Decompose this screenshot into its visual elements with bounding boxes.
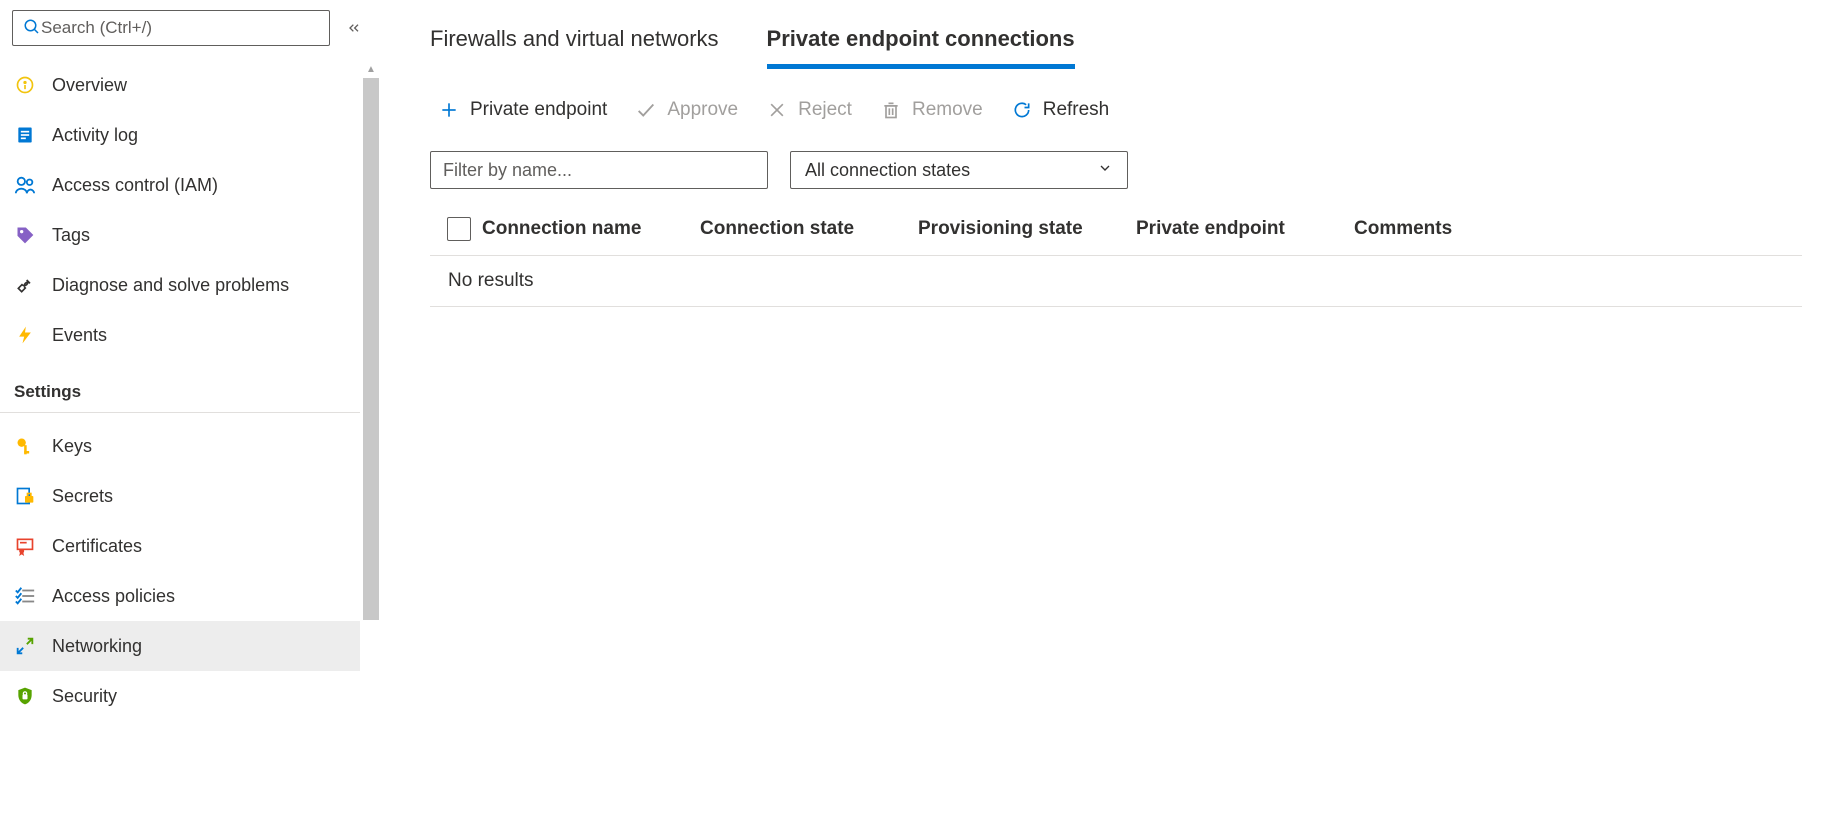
collapse-sidebar-button[interactable] [340,14,368,42]
overview-icon [14,74,36,96]
nav-label: Security [52,686,117,707]
nav-certificates[interactable]: Certificates [0,521,360,571]
chevron-down-icon [1097,160,1113,181]
main-panel: Firewalls and virtual networks Private e… [380,0,1842,818]
sidebar-search[interactable] [12,10,330,46]
select-all-checkbox[interactable] [447,217,471,241]
scroll-thumb[interactable] [363,78,379,620]
col-connection-state[interactable]: Connection state [700,218,918,240]
activity-log-icon [14,124,36,146]
scroll-down-icon[interactable] [362,800,380,818]
refresh-button[interactable]: Refresh [1011,99,1110,121]
scroll-up-icon[interactable]: ▲ [362,60,380,78]
nav-secrets[interactable]: Secrets [0,471,360,521]
sidebar: Overview Activity log Access control (IA… [0,0,380,818]
approve-button: Approve [635,99,738,121]
nav-label: Secrets [52,486,113,507]
nav-label: Diagnose and solve problems [52,275,289,296]
lightning-icon [14,324,36,346]
check-icon [635,99,657,121]
col-private-endpoint[interactable]: Private endpoint [1136,218,1354,240]
scroll-track[interactable] [362,78,380,800]
remove-button: Remove [880,99,983,121]
select-value: All connection states [805,160,970,181]
networking-icon [14,635,36,657]
trash-icon [880,99,902,121]
nav-label: Access policies [52,586,175,607]
nav-diagnose[interactable]: Diagnose and solve problems [0,260,360,310]
toolbar-label: Remove [912,99,983,121]
plus-icon [438,99,460,121]
nav-access-policies[interactable]: Access policies [0,571,360,621]
connection-state-select[interactable]: All connection states [790,151,1128,189]
toolbar-label: Refresh [1043,99,1110,121]
filter-row: All connection states [430,151,1802,189]
col-provisioning-state[interactable]: Provisioning state [918,218,1136,240]
toolbar-label: Private endpoint [470,99,607,121]
nav-label: Networking [52,636,142,657]
search-icon [23,18,41,39]
tag-icon [14,224,36,246]
toolbar-label: Reject [798,99,852,121]
tab-firewalls[interactable]: Firewalls and virtual networks [430,8,719,69]
nav-label: Tags [52,225,90,246]
reject-button: Reject [766,99,852,121]
nav-security[interactable]: Security [0,671,360,721]
sidebar-search-input[interactable] [41,18,319,38]
nav-label: Activity log [52,125,138,146]
x-icon [766,99,788,121]
nav-tags[interactable]: Tags [0,210,360,260]
col-comments[interactable]: Comments [1354,218,1802,240]
toolbar: Private endpoint Approve Reject Remove [438,99,1802,121]
nav-events[interactable]: Events [0,310,360,360]
certificate-icon [14,535,36,557]
shield-icon [14,685,36,707]
key-icon [14,435,36,457]
connections-table: Connection name Connection state Provisi… [430,207,1802,307]
refresh-icon [1011,99,1033,121]
sidebar-scrollbar[interactable]: ▲ [362,60,380,818]
tabs: Firewalls and virtual networks Private e… [430,8,1802,69]
add-private-endpoint-button[interactable]: Private endpoint [438,99,607,121]
tab-private-endpoints[interactable]: Private endpoint connections [767,8,1075,69]
table-header-row: Connection name Connection state Provisi… [430,207,1802,256]
col-connection-name[interactable]: Connection name [482,218,700,240]
sidebar-section-settings: Settings [0,360,360,413]
nav-access-control[interactable]: Access control (IAM) [0,160,360,210]
nav-keys[interactable]: Keys [0,421,360,471]
nav-activity-log[interactable]: Activity log [0,110,360,160]
access-policies-icon [14,585,36,607]
nav-networking[interactable]: Networking [0,621,360,671]
nav-label: Overview [52,75,127,96]
people-icon [14,174,36,196]
nav-label: Events [52,325,107,346]
nav-label: Keys [52,436,92,457]
nav-label: Certificates [52,536,142,557]
secrets-icon [14,485,36,507]
filter-name-input[interactable] [430,151,768,189]
wrench-icon [14,274,36,296]
table-empty-state: No results [430,256,1802,307]
nav-overview[interactable]: Overview [0,60,360,110]
toolbar-label: Approve [667,99,738,121]
nav-label: Access control (IAM) [52,175,218,196]
